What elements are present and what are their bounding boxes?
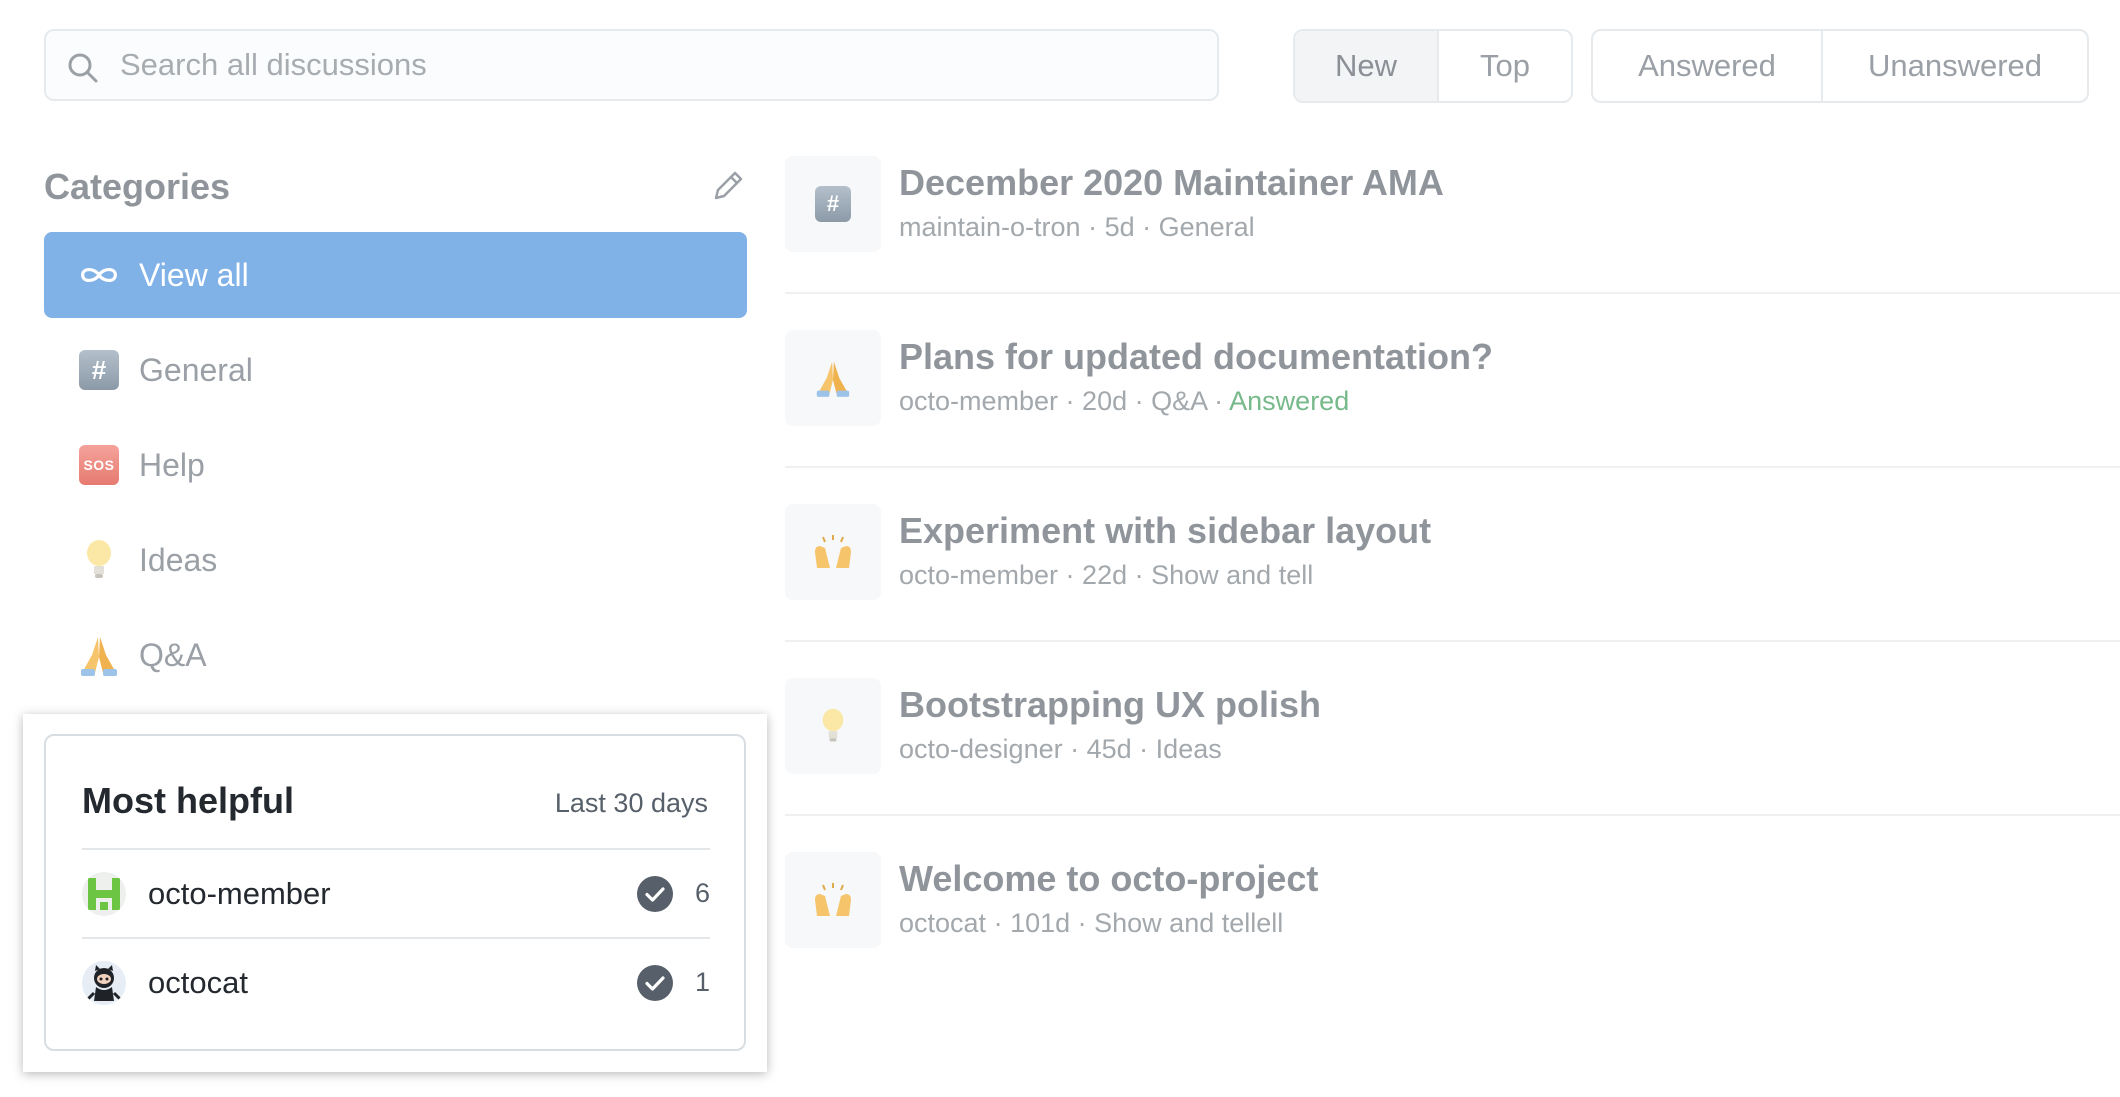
discussion-meta: octo-member · 20d · Q&A · Answered (899, 386, 1350, 416)
discussion-title[interactable]: Welcome to octo-project (899, 858, 1318, 900)
category-qa[interactable]: Q&A (44, 612, 747, 698)
discussion-author[interactable]: octocat (899, 908, 986, 938)
discussion-meta: maintain-o-tron · 5d · General (899, 212, 1255, 242)
lightbulb-icon (785, 678, 881, 774)
check-circle-icon (637, 964, 673, 1001)
helpful-user-row[interactable]: octo-member 6 (82, 848, 710, 937)
hash-icon: # (79, 350, 119, 390)
category-label: General (139, 351, 253, 388)
status-filter-group: Answered Unanswered (1591, 29, 2089, 103)
discussion-item[interactable]: Experiment with sidebar layout octo-memb… (785, 468, 2120, 642)
search-box[interactable] (44, 29, 1219, 101)
raised-hands-icon (785, 504, 881, 600)
most-helpful-range: Last 30 days (554, 788, 708, 818)
discussion-author[interactable]: octo-member (899, 386, 1058, 416)
category-label: Ideas (139, 541, 218, 578)
category-label: Q&A (139, 636, 207, 673)
discussion-author[interactable]: octo-member (899, 560, 1058, 590)
most-helpful-card: Most helpful Last 30 days octo-member 6 (44, 734, 746, 1051)
category-ideas[interactable]: Ideas (44, 517, 747, 603)
discussion-category[interactable]: Q&A (1151, 386, 1207, 416)
answered-badge: Answered (1229, 386, 1350, 416)
discussion-title[interactable]: December 2020 Maintainer AMA (899, 162, 1444, 204)
category-general[interactable]: # General (44, 327, 747, 413)
discussion-age: 45d (1086, 734, 1132, 764)
answer-count: 6 (694, 878, 710, 908)
answer-count: 1 (694, 967, 710, 997)
discussion-title[interactable]: Bootstrapping UX polish (899, 684, 1321, 726)
most-helpful-callout: Most helpful Last 30 days octo-member 6 (23, 714, 767, 1072)
filter-unanswered-button[interactable]: Unanswered (1823, 31, 2087, 101)
discussion-item[interactable]: Bootstrapping UX polish octo-designer · … (785, 642, 2120, 816)
most-helpful-title: Most helpful (82, 780, 294, 821)
raised-hands-icon (785, 852, 881, 948)
discussion-item[interactable]: # December 2020 Maintainer AMA maintain-… (785, 120, 2120, 294)
identicon-avatar[interactable] (82, 871, 126, 916)
pray-icon (79, 635, 119, 676)
discussion-author[interactable]: octo-designer (899, 734, 1063, 764)
overlap-text: ell (1256, 908, 1284, 938)
sort-filter-group: New Top (1293, 29, 1573, 103)
discussion-author[interactable]: maintain-o-tron (899, 212, 1081, 242)
sort-top-button[interactable]: Top (1439, 31, 1571, 101)
sort-new-button[interactable]: New (1295, 31, 1439, 101)
helpful-user-name[interactable]: octocat (148, 965, 636, 1001)
category-help[interactable]: SOS Help (44, 422, 747, 508)
discussion-age: 5d (1104, 212, 1135, 242)
category-label: Help (139, 446, 205, 483)
discussion-item[interactable]: Welcome to octo-project octocat · 101d ·… (785, 816, 2120, 990)
discussion-meta: octo-designer · 45d · Ideas (899, 734, 1222, 764)
helpful-user-name[interactable]: octo-member (148, 876, 636, 912)
check-circle-icon (637, 875, 673, 912)
lightbulb-icon (79, 540, 119, 580)
discussion-age: 22d (1082, 560, 1128, 590)
octocat-avatar[interactable] (82, 960, 126, 1005)
discussion-category[interactable]: Show and tell (1151, 560, 1313, 590)
infinity-icon (79, 255, 119, 295)
discussion-category[interactable]: Ideas (1156, 734, 1222, 764)
discussion-title[interactable]: Plans for updated documentation? (899, 336, 1493, 378)
discussion-category[interactable]: General (1159, 212, 1255, 242)
category-view-all[interactable]: View all (44, 232, 747, 318)
discussion-category[interactable]: Show and tell (1094, 908, 1256, 938)
discussion-title[interactable]: Experiment with sidebar layout (899, 510, 1431, 552)
hash-icon: # (785, 156, 881, 252)
discussion-age: 20d (1082, 386, 1128, 416)
categories-heading: Categories (44, 166, 231, 207)
sos-icon: SOS (79, 445, 119, 485)
filter-answered-button[interactable]: Answered (1593, 31, 1823, 101)
discussion-age: 101d (1010, 908, 1071, 938)
discussion-meta: octo-member · 22d · Show and tell (899, 560, 1314, 590)
search-input[interactable] (46, 31, 1217, 99)
search-icon (68, 53, 98, 83)
category-label: View all (139, 256, 249, 293)
helpful-user-row[interactable]: octocat 1 (82, 937, 710, 1026)
pencil-icon[interactable] (710, 168, 746, 204)
discussion-item[interactable]: Plans for updated documentation? octo-me… (785, 294, 2120, 468)
discussion-meta: octocat · 101d · Show and tellell (899, 908, 1284, 938)
pray-icon (785, 330, 881, 426)
